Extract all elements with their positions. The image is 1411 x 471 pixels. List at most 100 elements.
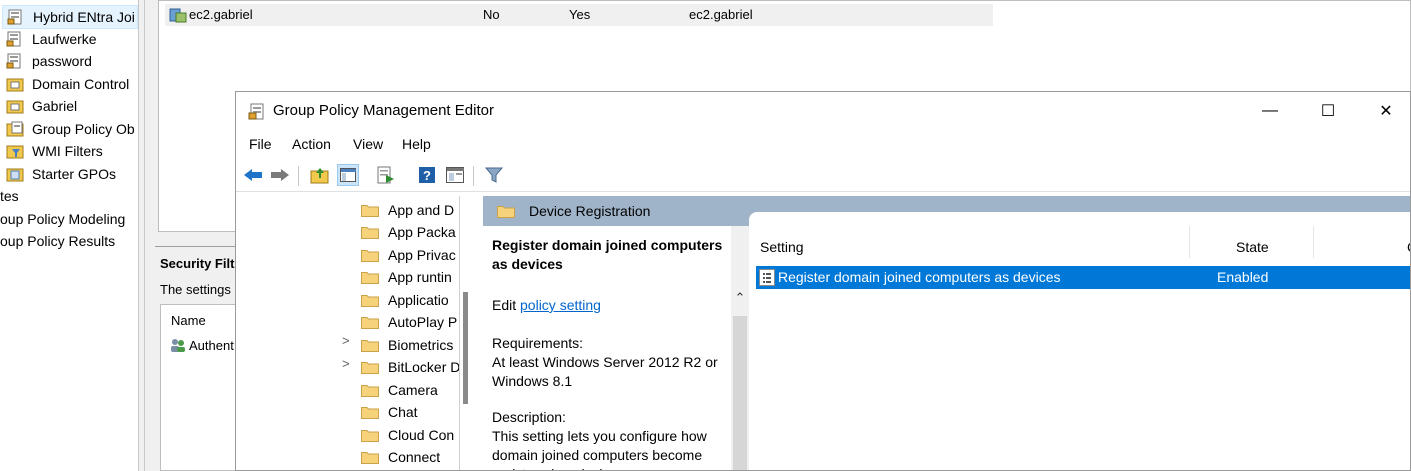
requirements: Requirements: At least Windows Server 20… bbox=[492, 334, 722, 391]
policy-setting-icon bbox=[759, 269, 775, 286]
menu-action[interactable]: Action bbox=[292, 130, 331, 158]
description: Description: This setting lets you confi… bbox=[492, 408, 722, 470]
folder-icon bbox=[361, 403, 379, 419]
tree-item-label: password bbox=[32, 53, 92, 69]
tree-item-label: Cloud Con bbox=[388, 427, 455, 443]
tree-item-group-policy-results[interactable]: oup Policy Results bbox=[0, 230, 115, 252]
expand-chevron-icon[interactable]: > bbox=[342, 353, 350, 375]
window-title: Group Policy Management Editor bbox=[273, 102, 494, 119]
column-header-name[interactable]: Name bbox=[171, 313, 206, 328]
requirements-label: Requirements: bbox=[492, 335, 584, 351]
tree-item-sites[interactable]: tes bbox=[0, 185, 19, 207]
pane-splitter[interactable] bbox=[138, 0, 145, 471]
export-list-icon[interactable] bbox=[375, 164, 397, 186]
security-filtering-title: Security Filt bbox=[160, 256, 235, 271]
scrollbar-thumb[interactable] bbox=[733, 316, 747, 470]
back-arrow-icon[interactable] bbox=[242, 164, 264, 186]
tree-item[interactable]: Cloud Con bbox=[361, 424, 454, 446]
edit-prefix: Edit bbox=[492, 297, 521, 313]
tree-item-group-policy-objects[interactable]: Group Policy Ob bbox=[6, 118, 135, 140]
list-cell-4: ec2.gabriel bbox=[689, 7, 753, 22]
tree-item-starter-gpos[interactable]: Starter GPOs bbox=[6, 163, 116, 185]
tree-item-label: App Privac bbox=[388, 247, 456, 263]
tree-item-label: Laufwerke bbox=[32, 31, 97, 47]
tree-item-label: Applicatio bbox=[388, 292, 449, 308]
column-divider[interactable] bbox=[1313, 226, 1314, 258]
tree-item-label: Hybrid ENtra Joi bbox=[33, 9, 135, 25]
starter-gpo-icon bbox=[6, 166, 24, 182]
tree-item[interactable]: App runtin bbox=[361, 266, 452, 288]
tree-item-label: App runtin bbox=[388, 269, 452, 285]
column-header-setting[interactable]: Setting bbox=[760, 234, 804, 260]
row-state: Enabled bbox=[1217, 269, 1269, 285]
policy-setting-link[interactable]: policy setting bbox=[520, 297, 601, 313]
column-divider[interactable] bbox=[1189, 226, 1190, 258]
folder-icon bbox=[361, 358, 379, 374]
tree-item-label: Domain Control bbox=[32, 76, 130, 92]
tree-item[interactable]: Camera bbox=[361, 379, 438, 401]
scrollbar-thumb[interactable] bbox=[463, 292, 468, 404]
tree-item[interactable]: Connect bbox=[361, 446, 440, 468]
tree-item-label: WMI Filters bbox=[32, 143, 103, 159]
show-hide-tree-icon[interactable] bbox=[337, 164, 359, 186]
tree-item[interactable]: BitLocker D bbox=[361, 356, 459, 378]
svg-text:?: ? bbox=[423, 168, 431, 183]
tree-item-domain-controllers[interactable]: Domain Control bbox=[6, 73, 129, 95]
tree-item[interactable]: Applicatio bbox=[361, 289, 449, 311]
maximize-button[interactable]: ☐ bbox=[1299, 92, 1357, 130]
close-button[interactable]: ✕ bbox=[1357, 92, 1410, 130]
list-cell-2: No bbox=[483, 7, 500, 22]
edit-policy-line: Edit policy setting bbox=[492, 296, 601, 315]
menu-bar: File Action View Help bbox=[236, 130, 1410, 158]
gpo-link-icon bbox=[7, 9, 25, 25]
tree-item-label: Biometrics bbox=[388, 337, 454, 353]
tree-item-label: Camera bbox=[388, 382, 438, 398]
forward-arrow-icon[interactable] bbox=[269, 164, 291, 186]
help-icon[interactable]: ? bbox=[416, 164, 438, 186]
tree-item-label: App and D bbox=[388, 202, 455, 218]
tree-item[interactable]: App Privac bbox=[361, 244, 456, 266]
tree-item-group-policy-modeling[interactable]: oup Policy Modeling bbox=[0, 208, 125, 230]
description-scrollbar[interactable]: ⌃ bbox=[731, 226, 749, 470]
tree-item-wmi-filters[interactable]: WMI Filters bbox=[6, 140, 103, 162]
table-row[interactable]: Register domain joined computers as devi… bbox=[756, 266, 1410, 289]
tree-item-laufwerke[interactable]: Laufwerke bbox=[6, 28, 97, 50]
column-header-state[interactable]: State bbox=[1236, 234, 1269, 260]
tree-item[interactable]: App and D bbox=[361, 199, 454, 221]
title-bar[interactable]: Group Policy Management Editor — ☐ ✕ bbox=[236, 92, 1410, 130]
tree-item-gabriel[interactable]: Gabriel bbox=[6, 95, 77, 117]
tree-item-label: Chat bbox=[388, 404, 418, 420]
menu-view[interactable]: View bbox=[353, 130, 383, 158]
tree-item-hybrid-entra-join[interactable]: Hybrid ENtra Joi bbox=[2, 5, 138, 29]
tree-item[interactable]: Chat bbox=[361, 401, 418, 423]
tree-item-label: Starter GPOs bbox=[32, 166, 117, 182]
description-label: Description: bbox=[492, 409, 566, 425]
folder-icon bbox=[497, 204, 515, 218]
description-text: This setting lets you configure how doma… bbox=[492, 428, 707, 470]
folder-icon bbox=[361, 336, 379, 352]
list-item[interactable]: Authent bbox=[169, 337, 234, 353]
filter-icon[interactable] bbox=[483, 164, 505, 186]
row-setting-name: Register domain joined computers as devi… bbox=[778, 269, 1061, 285]
toolbar-separator bbox=[473, 166, 474, 186]
menu-file[interactable]: File bbox=[249, 130, 272, 158]
computer-icon bbox=[169, 7, 187, 26]
tree-item[interactable]: Biometrics bbox=[361, 334, 453, 356]
folder-icon bbox=[361, 448, 379, 464]
minimize-button[interactable]: — bbox=[1241, 92, 1299, 130]
expand-chevron-icon[interactable]: > bbox=[342, 330, 350, 352]
requirements-text: At least Windows Server 2012 R2 or Windo… bbox=[492, 354, 718, 389]
menu-help[interactable]: Help bbox=[402, 130, 431, 158]
tree-item-password[interactable]: password bbox=[6, 50, 92, 72]
tree-item[interactable]: AutoPlay P bbox=[361, 311, 457, 333]
chevron-up-icon[interactable]: ⌃ bbox=[731, 288, 749, 308]
extended-view-icon[interactable] bbox=[444, 164, 466, 186]
details-pane: Device Registration Register domain join… bbox=[483, 196, 1410, 470]
wmi-icon bbox=[6, 143, 24, 159]
tree-scrollbar[interactable] bbox=[461, 196, 470, 470]
tree-item[interactable]: App Packa bbox=[361, 221, 456, 243]
up-folder-icon[interactable] bbox=[309, 164, 331, 186]
column-header-comment[interactable]: C bbox=[1407, 234, 1410, 260]
gpo-link-icon bbox=[6, 31, 24, 47]
ou-icon bbox=[6, 76, 24, 92]
